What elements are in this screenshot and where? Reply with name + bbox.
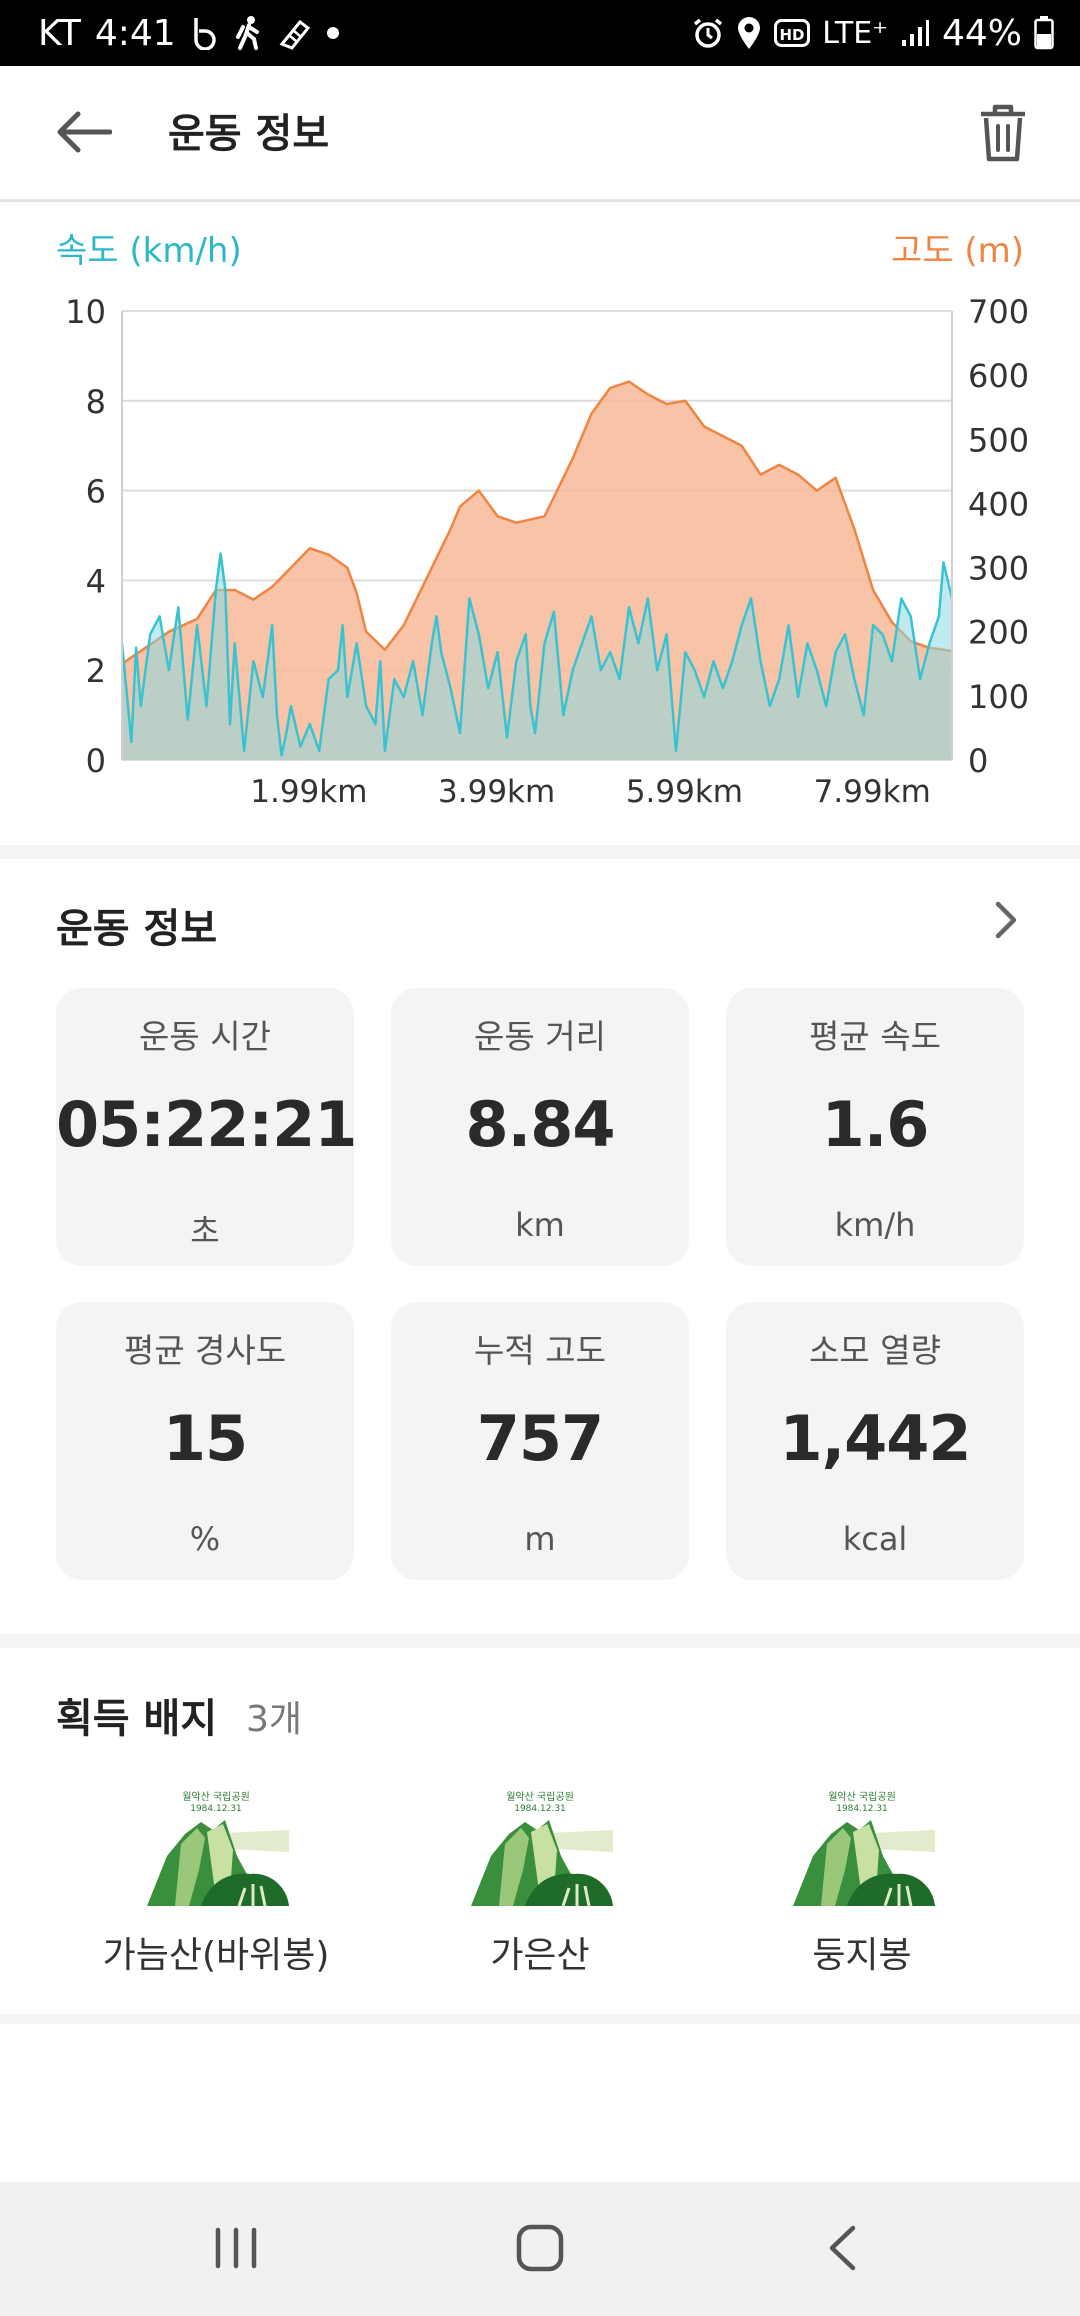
stat-label: 운동 거리: [474, 1017, 606, 1056]
svg-text:HD: HD: [780, 26, 805, 44]
right-tick-label: 300: [968, 550, 1029, 588]
right-tick-label: 200: [968, 614, 1029, 652]
right-tick-label: 500: [968, 421, 1029, 459]
section-divider: [0, 2014, 1080, 2024]
x-tick-label: 1.99km: [250, 774, 367, 810]
stat-card-distance: 운동 거리 8.84 km: [391, 988, 689, 1266]
right-tick-label: 600: [968, 357, 1029, 395]
shoe-icon: [278, 16, 312, 50]
clock: 4:41: [94, 12, 176, 54]
badges-section-title: 획득 배지: [56, 1696, 218, 1742]
stat-unit: 초: [190, 1212, 220, 1250]
left-tick-label: 10: [65, 293, 106, 331]
carrier-label: KT: [38, 12, 81, 54]
stat-value: 8.84: [465, 1088, 616, 1161]
stat-card-elevation-gain: 누적 고도 757 m: [391, 1302, 689, 1580]
stat-label: 평균 경사도: [123, 1331, 287, 1370]
badge-name: 둥지봉: [812, 1935, 912, 1976]
page-title: 운동 정보: [168, 111, 330, 157]
chart-canvas: 10 8 6 4 2 0 700 600 500 400 300 200 100 0 1.99km 3.99k…: [65, 293, 1029, 810]
hiker-icon: [234, 15, 264, 51]
right-tick-label: 0: [968, 742, 988, 780]
nav-back-icon: [827, 2225, 857, 2275]
stat-value: 15: [162, 1402, 248, 1475]
home-icon: [516, 2224, 564, 2276]
mountain-badge-icon: 월악산 국립공원 1984.12.31: [471, 1790, 613, 1907]
battery-percent: 44%: [941, 12, 1022, 54]
app-bar: 운동 정보: [0, 66, 1080, 202]
badge-emblem-date: 1984.12.31: [514, 1804, 566, 1814]
badge-item[interactable]: 월악산 국립공원 1984.12.31 둥지봉: [702, 1786, 1022, 1978]
right-tick-label: 700: [968, 293, 1029, 331]
network-label: LTE⁺: [822, 15, 888, 51]
stat-card-duration: 운동 시간 05:22:21 초: [56, 988, 357, 1266]
left-tick-label: 2: [86, 652, 106, 690]
alarm-icon: [692, 17, 724, 49]
status-bar: KT 4:41 HD LTE⁺ 44%: [0, 0, 1080, 66]
left-tick-label: 6: [86, 473, 106, 511]
notification-dot-icon: [326, 26, 340, 40]
hd-voice-icon: HD: [774, 19, 811, 47]
left-tick-label: 4: [86, 562, 106, 600]
stat-label: 평균 속도: [809, 1017, 941, 1056]
stat-label: 소모 열량: [809, 1331, 941, 1370]
mountain-badge-icon: 월악산 국립공원 1984.12.31: [793, 1790, 935, 1907]
stat-label: 누적 고도: [474, 1331, 606, 1370]
section-divider: [0, 1634, 1080, 1648]
badge-name: 가은산: [490, 1935, 590, 1976]
stat-unit: km/h: [834, 1206, 916, 1244]
band-app-icon: [190, 16, 220, 50]
stat-unit: m: [524, 1520, 556, 1558]
stat-card-avg-slope: 평균 경사도 15 %: [56, 1302, 354, 1580]
delete-button[interactable]: [970, 102, 1036, 168]
x-tick-label: 3.99km: [438, 774, 555, 810]
system-nav-bar: [0, 2182, 1080, 2316]
badge-item[interactable]: 월악산 국립공원 1984.12.31 가은산: [380, 1786, 700, 1978]
stat-unit: km: [515, 1206, 565, 1244]
x-tick-label: 7.99km: [814, 774, 931, 810]
arrow-left-icon: [56, 110, 113, 158]
recents-button[interactable]: [176, 2210, 296, 2290]
badge-item[interactable]: 월악산 국립공원 1984.12.31 가늠산(바위봉): [56, 1786, 376, 1978]
stat-card-calories: 소모 열량 1,442 kcal: [726, 1302, 1024, 1580]
stat-card-avg-speed: 평균 속도 1.6 km/h: [726, 988, 1024, 1266]
badge-emblem-text: 월악산 국립공원: [182, 1790, 250, 1803]
location-icon: [736, 16, 762, 50]
back-button[interactable]: [56, 102, 136, 166]
x-tick-label: 5.99km: [626, 774, 743, 810]
stat-unit: kcal: [842, 1520, 908, 1558]
left-tick-label: 0: [86, 742, 106, 780]
recents-icon: [214, 2227, 258, 2273]
trash-icon: [978, 104, 1028, 166]
badge-emblem-text: 월악산 국립공원: [506, 1790, 574, 1803]
badge-name: 가늠산(바위봉): [102, 1935, 330, 1976]
badge-emblem-date: 1984.12.31: [190, 1804, 242, 1814]
right-tick-label: 100: [968, 678, 1029, 716]
stat-value: 1,442: [779, 1402, 971, 1475]
battery-icon: [1034, 16, 1054, 50]
signal-icon: [900, 18, 930, 48]
badge-emblem-date: 1984.12.31: [836, 1804, 888, 1814]
home-button[interactable]: [480, 2210, 600, 2290]
stat-unit: %: [189, 1520, 221, 1558]
stat-value: 1.6: [821, 1088, 930, 1161]
workout-detail-button[interactable]: [982, 898, 1030, 946]
right-tick-label: 400: [968, 485, 1029, 523]
section-divider: [0, 845, 1080, 859]
stat-label: 운동 시간: [139, 1017, 271, 1056]
badge-emblem-text: 월악산 국립공원: [828, 1790, 896, 1803]
mountain-badge-icon: 월악산 국립공원 1984.12.31: [147, 1790, 289, 1907]
chevron-right-icon: [994, 900, 1018, 944]
badges-count: 3개: [246, 1699, 303, 1740]
stat-value: 05:22:21: [56, 1088, 357, 1161]
workout-section-title: 운동 정보: [56, 906, 218, 952]
nav-back-button[interactable]: [782, 2210, 902, 2290]
left-tick-label: 8: [86, 383, 106, 421]
stat-value: 757: [476, 1402, 604, 1475]
speed-altitude-chart: 속도 (km/h) 고도 (m) 10 8 6 4 2 0 700 600 500 400 300 2…: [0, 205, 1080, 845]
